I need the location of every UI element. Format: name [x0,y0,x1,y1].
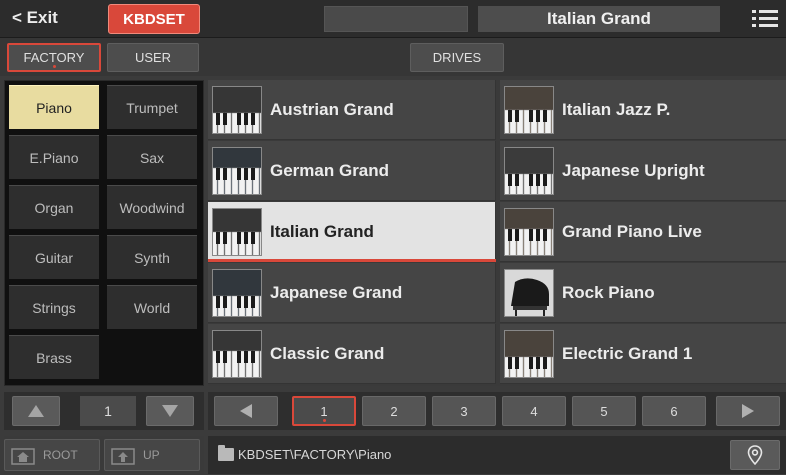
map-pin-icon [747,445,763,465]
sound-grand-piano-live[interactable]: Grand Piano Live [500,202,786,262]
sound-classic-grand[interactable]: Classic Grand [208,324,496,384]
category-organ[interactable]: Organ [9,185,99,229]
category-page-up-button[interactable] [12,396,60,426]
sound-name: Grand Piano Live [562,221,702,241]
sound-italian-grand[interactable]: Italian Grand [208,202,496,262]
current-sound-title: Italian Grand [478,6,720,32]
category-guitar[interactable]: Guitar [9,235,99,279]
folder-up-icon [111,448,135,465]
kbdset-mode-button[interactable]: KBDSET [108,4,200,34]
category-trumpet[interactable]: Trumpet [107,85,197,129]
category-synth[interactable]: Synth [107,235,197,279]
piano-keys-icon [504,329,554,378]
page-6-button[interactable]: 6 [642,396,706,426]
exit-button[interactable]: < Exit [12,8,58,28]
sound-name: Austrian Grand [270,99,394,119]
tab-factory[interactable]: FACTORY [7,43,101,72]
home-folder-icon [11,448,35,465]
location-pin-button[interactable] [730,440,780,470]
page-1-button[interactable]: 1 [292,396,356,426]
page-3-button[interactable]: 3 [432,396,496,426]
tab-drives[interactable]: DRIVES [410,43,504,72]
category-page-number: 1 [80,396,136,426]
category-sax[interactable]: Sax [107,135,197,179]
category-woodwind[interactable]: Woodwind [107,185,197,229]
sound-rock-piano[interactable]: Rock Piano [500,263,786,323]
page-4-button[interactable]: 4 [502,396,566,426]
tab-user[interactable]: USER [107,43,199,72]
next-page-button[interactable] [716,396,780,426]
sound-name: Japanese Upright [562,160,705,180]
piano-keys-icon [504,207,554,256]
piano-keys-icon [504,85,554,134]
path-bar: KBDSET\FACTORY\Piano [208,436,786,474]
sound-name: Italian Jazz P. [562,99,671,119]
grand-piano-icon [504,268,554,317]
triangle-up-icon [28,405,44,417]
sound-name: Italian Grand [270,221,374,241]
sound-german-grand[interactable]: German Grand [208,141,496,201]
category-page-down-button[interactable] [146,396,194,426]
folder-icon [218,445,234,461]
page-2-button[interactable]: 2 [362,396,426,426]
piano-keys-icon [212,207,262,256]
category-world[interactable]: World [107,285,197,329]
piano-keys-icon [212,268,262,317]
triangle-left-icon [240,404,252,418]
sound-austrian-grand[interactable]: Austrian Grand [208,80,496,140]
root-button[interactable]: ROOT [4,439,100,471]
menu-icon[interactable] [752,8,778,30]
sound-list: Austrian Grand Italian Jazz P. German Gran… [208,80,786,386]
category-strings[interactable]: Strings [9,285,99,329]
piano-keys-icon [212,85,262,134]
sound-japanese-grand[interactable]: Japanese Grand [208,263,496,323]
category-panel: Piano Trumpet E.Piano Sax Organ Woodwind Guita… [4,80,204,386]
up-button[interactable]: UP [104,439,200,471]
root-label: ROOT [43,448,78,462]
current-path: KBDSET\FACTORY\Piano [238,447,392,462]
triangle-down-icon [162,405,178,417]
sound-name: Rock Piano [562,282,655,302]
category-brass[interactable]: Brass [9,335,99,379]
piano-keys-icon [504,146,554,195]
bank-tab-row: FACTORY USER DRIVES [0,38,786,76]
sound-electric-grand-1[interactable]: Electric Grand 1 [500,324,786,384]
category-page-nav: 1 [4,392,204,430]
sound-select-screen: < Exit KBDSET Italian Grand FACTORY USER… [0,0,786,475]
category-e-piano[interactable]: E.Piano [9,135,99,179]
piano-keys-icon [212,146,262,195]
sound-name: Electric Grand 1 [562,343,693,363]
sound-name: German Grand [270,160,390,180]
triangle-right-icon [742,404,754,418]
top-bar: < Exit KBDSET Italian Grand [0,0,786,38]
up-label: UP [143,448,160,462]
sound-japanese-upright[interactable]: Japanese Upright [500,141,786,201]
sound-name: Japanese Grand [270,282,403,302]
page-5-button[interactable]: 5 [572,396,636,426]
folder-nav: ROOT UP [4,436,204,474]
previous-page-button[interactable] [214,396,278,426]
sound-name: Classic Grand [270,343,385,363]
sound-italian-jazz-p[interactable]: Italian Jazz P. [500,80,786,140]
category-piano[interactable]: Piano [9,85,99,129]
piano-keys-icon [212,329,262,378]
sound-page-bar: 123456 [208,392,786,430]
empty-field [324,6,468,32]
